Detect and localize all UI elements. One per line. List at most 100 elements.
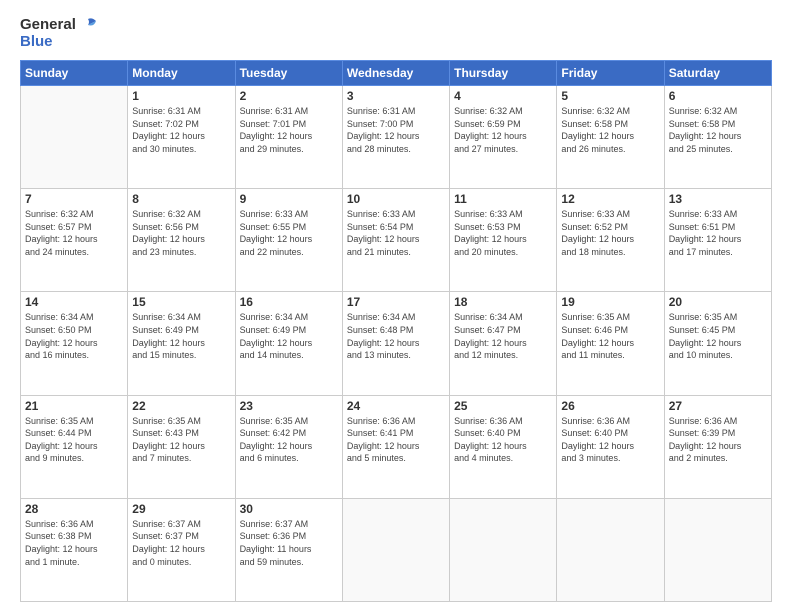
day-info: Sunrise: 6:35 AM Sunset: 6:45 PM Dayligh…: [669, 311, 767, 361]
calendar-cell: 6 Sunrise: 6:32 AM Sunset: 6:58 PM Daylig…: [664, 86, 771, 189]
day-info: Sunrise: 6:34 AM Sunset: 6:50 PM Dayligh…: [25, 311, 123, 361]
day-info: Sunrise: 6:31 AM Sunset: 7:02 PM Dayligh…: [132, 105, 230, 155]
day-info: Sunrise: 6:36 AM Sunset: 6:41 PM Dayligh…: [347, 415, 445, 465]
day-info: Sunrise: 6:34 AM Sunset: 6:47 PM Dayligh…: [454, 311, 552, 361]
weekday-header: Wednesday: [342, 61, 449, 86]
calendar-body: 1 Sunrise: 6:31 AM Sunset: 7:02 PM Daylig…: [21, 86, 772, 602]
day-info: Sunrise: 6:35 AM Sunset: 6:42 PM Dayligh…: [240, 415, 338, 465]
header: General Blue: [20, 16, 772, 50]
day-number: 1: [132, 89, 230, 103]
day-number: 16: [240, 295, 338, 309]
page: General Blue SundayMondayTuesdayWednesda…: [0, 0, 792, 612]
day-number: 10: [347, 192, 445, 206]
calendar-cell: 3 Sunrise: 6:31 AM Sunset: 7:00 PM Daylig…: [342, 86, 449, 189]
calendar-cell: [557, 498, 664, 601]
day-number: 20: [669, 295, 767, 309]
calendar-cell: 11 Sunrise: 6:33 AM Sunset: 6:53 PM Dayli…: [450, 189, 557, 292]
weekday-header: Thursday: [450, 61, 557, 86]
calendar-cell: 20 Sunrise: 6:35 AM Sunset: 6:45 PM Dayli…: [664, 292, 771, 395]
calendar: SundayMondayTuesdayWednesdayThursdayFrid…: [20, 60, 772, 602]
day-number: 15: [132, 295, 230, 309]
day-number: 22: [132, 399, 230, 413]
day-info: Sunrise: 6:32 AM Sunset: 6:58 PM Dayligh…: [561, 105, 659, 155]
calendar-cell: 26Sunrise: 6:36 AM Sunset: 6:40 PM Dayli…: [557, 395, 664, 498]
logo-bird-icon: [78, 17, 98, 33]
calendar-cell: 2 Sunrise: 6:31 AM Sunset: 7:01 PM Daylig…: [235, 86, 342, 189]
day-number: 8: [132, 192, 230, 206]
calendar-cell: 24 Sunrise: 6:36 AM Sunset: 6:41 PM Dayli…: [342, 395, 449, 498]
day-number: 26: [561, 399, 659, 413]
day-info: Sunrise: 6:33 AM Sunset: 6:53 PM Dayligh…: [454, 208, 552, 258]
logo-general: General: [20, 16, 76, 33]
day-number: 4: [454, 89, 552, 103]
day-info: Sunrise: 6:31 AM Sunset: 7:00 PM Dayligh…: [347, 105, 445, 155]
day-info: Sunrise: 6:36 AM Sunset: 6:40 PM Dayligh…: [454, 415, 552, 465]
day-info: Sunrise: 6:32 AM Sunset: 6:56 PM Dayligh…: [132, 208, 230, 258]
day-number: 5: [561, 89, 659, 103]
calendar-cell: 23 Sunrise: 6:35 AM Sunset: 6:42 PM Dayli…: [235, 395, 342, 498]
day-number: 6: [669, 89, 767, 103]
weekday-header: Monday: [128, 61, 235, 86]
weekday-row: SundayMondayTuesdayWednesdayThursdayFrid…: [21, 61, 772, 86]
day-number: 25: [454, 399, 552, 413]
day-number: 30: [240, 502, 338, 516]
calendar-cell: 29 Sunrise: 6:37 AM Sunset: 6:37 PM Dayli…: [128, 498, 235, 601]
day-info: Sunrise: 6:37 AM Sunset: 6:37 PM Dayligh…: [132, 518, 230, 568]
day-info: Sunrise: 6:33 AM Sunset: 6:52 PM Dayligh…: [561, 208, 659, 258]
logo-text-block: General Blue: [20, 16, 98, 50]
calendar-cell: 27 Sunrise: 6:36 AM Sunset: 6:39 PM Dayli…: [664, 395, 771, 498]
day-info: Sunrise: 6:32 AM Sunset: 6:59 PM Dayligh…: [454, 105, 552, 155]
day-number: 21: [25, 399, 123, 413]
day-info: Sunrise: 6:37 AM Sunset: 6:36 PM Dayligh…: [240, 518, 338, 568]
calendar-cell: 30 Sunrise: 6:37 AM Sunset: 6:36 PM Dayli…: [235, 498, 342, 601]
day-number: 11: [454, 192, 552, 206]
day-number: 7: [25, 192, 123, 206]
day-number: 29: [132, 502, 230, 516]
calendar-cell: 18 Sunrise: 6:34 AM Sunset: 6:47 PM Dayli…: [450, 292, 557, 395]
day-info: Sunrise: 6:35 AM Sunset: 6:46 PM Dayligh…: [561, 311, 659, 361]
logo: General Blue: [20, 16, 98, 50]
day-number: 24: [347, 399, 445, 413]
day-info: Sunrise: 6:33 AM Sunset: 6:51 PM Dayligh…: [669, 208, 767, 258]
calendar-cell: 5 Sunrise: 6:32 AM Sunset: 6:58 PM Daylig…: [557, 86, 664, 189]
calendar-cell: 12 Sunrise: 6:33 AM Sunset: 6:52 PM Dayli…: [557, 189, 664, 292]
calendar-cell: [21, 86, 128, 189]
weekday-header: Tuesday: [235, 61, 342, 86]
calendar-week-row: 7 Sunrise: 6:32 AM Sunset: 6:57 PM Daylig…: [21, 189, 772, 292]
calendar-cell: [664, 498, 771, 601]
calendar-cell: [450, 498, 557, 601]
calendar-cell: 19Sunrise: 6:35 AM Sunset: 6:46 PM Dayli…: [557, 292, 664, 395]
calendar-cell: 13 Sunrise: 6:33 AM Sunset: 6:51 PM Dayli…: [664, 189, 771, 292]
day-number: 27: [669, 399, 767, 413]
calendar-cell: 14 Sunrise: 6:34 AM Sunset: 6:50 PM Dayli…: [21, 292, 128, 395]
day-info: Sunrise: 6:34 AM Sunset: 6:49 PM Dayligh…: [240, 311, 338, 361]
calendar-cell: 1 Sunrise: 6:31 AM Sunset: 7:02 PM Daylig…: [128, 86, 235, 189]
calendar-cell: 7 Sunrise: 6:32 AM Sunset: 6:57 PM Daylig…: [21, 189, 128, 292]
calendar-week-row: 28 Sunrise: 6:36 AM Sunset: 6:38 PM Dayli…: [21, 498, 772, 601]
day-number: 3: [347, 89, 445, 103]
day-info: Sunrise: 6:36 AM Sunset: 6:39 PM Dayligh…: [669, 415, 767, 465]
calendar-cell: [342, 498, 449, 601]
calendar-cell: 21Sunrise: 6:35 AM Sunset: 6:44 PM Dayli…: [21, 395, 128, 498]
day-number: 18: [454, 295, 552, 309]
calendar-cell: 22Sunrise: 6:35 AM Sunset: 6:43 PM Dayli…: [128, 395, 235, 498]
day-info: Sunrise: 6:32 AM Sunset: 6:57 PM Dayligh…: [25, 208, 123, 258]
calendar-header: SundayMondayTuesdayWednesdayThursdayFrid…: [21, 61, 772, 86]
calendar-cell: 9Sunrise: 6:33 AM Sunset: 6:55 PM Daylig…: [235, 189, 342, 292]
day-info: Sunrise: 6:36 AM Sunset: 6:38 PM Dayligh…: [25, 518, 123, 568]
day-number: 14: [25, 295, 123, 309]
calendar-week-row: 21Sunrise: 6:35 AM Sunset: 6:44 PM Dayli…: [21, 395, 772, 498]
calendar-cell: 4 Sunrise: 6:32 AM Sunset: 6:59 PM Daylig…: [450, 86, 557, 189]
day-info: Sunrise: 6:31 AM Sunset: 7:01 PM Dayligh…: [240, 105, 338, 155]
day-info: Sunrise: 6:33 AM Sunset: 6:54 PM Dayligh…: [347, 208, 445, 258]
day-number: 13: [669, 192, 767, 206]
day-number: 2: [240, 89, 338, 103]
day-info: Sunrise: 6:33 AM Sunset: 6:55 PM Dayligh…: [240, 208, 338, 258]
day-info: Sunrise: 6:34 AM Sunset: 6:48 PM Dayligh…: [347, 311, 445, 361]
calendar-cell: 17Sunrise: 6:34 AM Sunset: 6:48 PM Dayli…: [342, 292, 449, 395]
day-info: Sunrise: 6:32 AM Sunset: 6:58 PM Dayligh…: [669, 105, 767, 155]
calendar-cell: 25 Sunrise: 6:36 AM Sunset: 6:40 PM Dayli…: [450, 395, 557, 498]
day-number: 28: [25, 502, 123, 516]
day-number: 12: [561, 192, 659, 206]
day-number: 23: [240, 399, 338, 413]
